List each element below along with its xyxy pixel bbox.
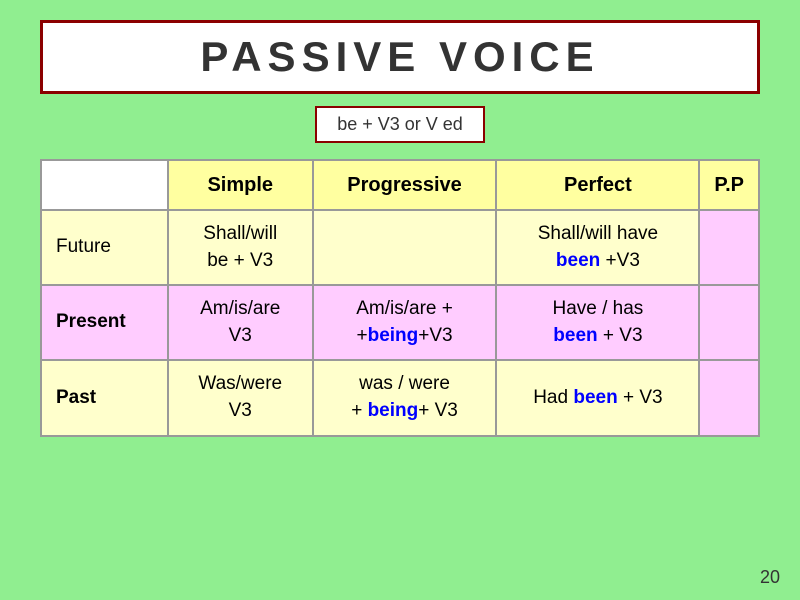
header-perfect: Perfect <box>496 160 699 210</box>
title-box: PASSIVE VOICE <box>40 20 760 94</box>
future-simple: Shall/will be + V3 <box>168 210 313 285</box>
past-progressive-being: being <box>368 400 419 421</box>
past-perfect-been: been <box>573 387 617 408</box>
present-progressive-being: being <box>368 325 419 346</box>
header-pp: P.P <box>699 160 759 210</box>
grammar-table: Simple Progressive Perfect P.P Future Sh… <box>40 159 760 437</box>
past-label: Past <box>41 360 168 435</box>
past-progressive: was / were + being+ V3 <box>313 360 497 435</box>
future-label: Future <box>41 210 168 285</box>
present-perfect-been: been <box>553 325 597 346</box>
table-row-future: Future Shall/will be + V3 Shall/will hav… <box>41 210 759 285</box>
present-progressive: Am/is/are ++being+V3 <box>313 285 497 360</box>
past-simple: Was/were V3 <box>168 360 313 435</box>
header-simple: Simple <box>168 160 313 210</box>
table-row-past: Past Was/were V3 was / were + being+ V3 … <box>41 360 759 435</box>
present-simple: Am/is/are V3 <box>168 285 313 360</box>
table-header-row: Simple Progressive Perfect P.P <box>41 160 759 210</box>
formula-box: be + V3 or V ed <box>315 106 485 143</box>
present-perfect: Have / has been + V3 <box>496 285 699 360</box>
header-empty <box>41 160 168 210</box>
present-pp <box>699 285 759 360</box>
header-progressive: Progressive <box>313 160 497 210</box>
future-progressive <box>313 210 497 285</box>
future-perfect-been: been <box>556 250 600 271</box>
table-row-present: Present Am/is/are V3 Am/is/are ++being+V… <box>41 285 759 360</box>
page-title: PASSIVE VOICE <box>200 33 599 80</box>
present-label: Present <box>41 285 168 360</box>
page-number: 20 <box>760 567 780 588</box>
future-perfect: Shall/will have been +V3 <box>496 210 699 285</box>
formula-text: be + V3 or V ed <box>337 114 463 134</box>
page-container: PASSIVE VOICE be + V3 or V ed Simple Pro… <box>0 0 800 600</box>
past-perfect: Had been + V3 <box>496 360 699 435</box>
past-pp <box>699 360 759 435</box>
future-pp <box>699 210 759 285</box>
